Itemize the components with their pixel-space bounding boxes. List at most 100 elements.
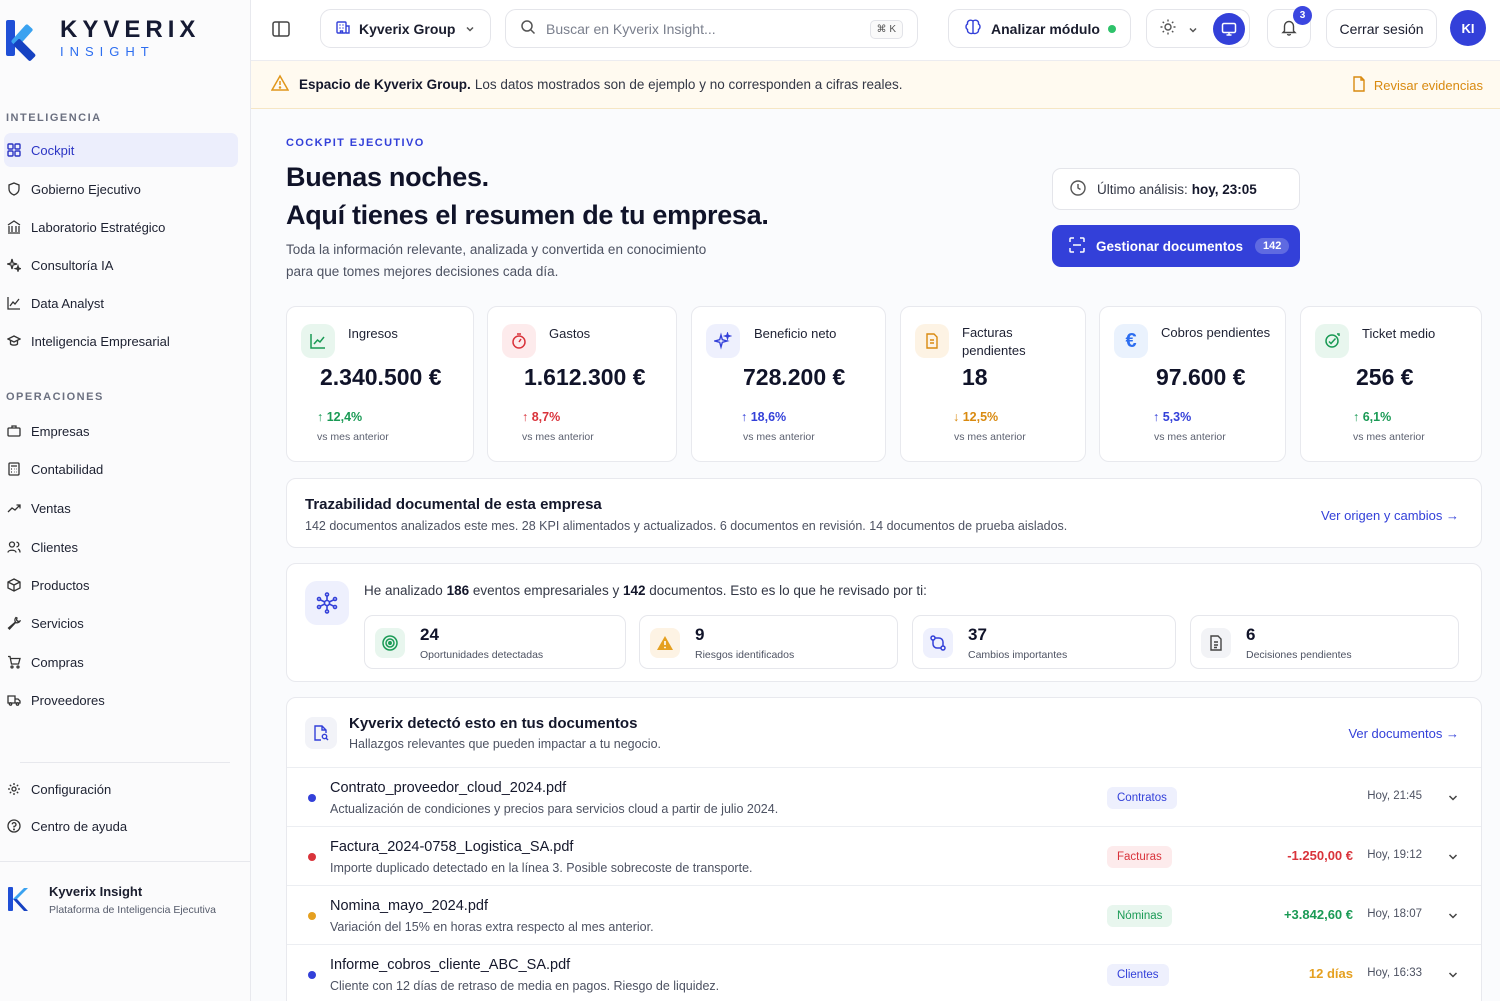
chevron-down-icon[interactable] <box>1447 791 1459 809</box>
kpi-subtext: vs mes anterior <box>522 431 594 443</box>
sidebar-item-data-analyst[interactable]: Data Analyst <box>4 286 238 320</box>
view-origin-link[interactable]: Ver origen y cambios → <box>1321 508 1459 523</box>
stat-label: Decisiones pendientes <box>1246 649 1352 661</box>
sidebar-item-productos[interactable]: Productos <box>4 568 238 602</box>
grid-icon <box>7 143 21 157</box>
kpi-card-beneficio[interactable]: Beneficio neto 728.200 € ↑ 18,6% vs mes … <box>691 306 886 462</box>
theme-selector[interactable] <box>1146 9 1250 48</box>
stat-number: 9 <box>695 625 705 644</box>
sidebar-item-servicios[interactable]: Servicios <box>4 606 238 640</box>
analyze-module-button[interactable]: Analizar módulo <box>948 9 1131 48</box>
kpi-card-ticket[interactable]: Ticket medio 256 € ↑ 6,1% vs mes anterio… <box>1300 306 1482 462</box>
review-evidence-link[interactable]: Revisar evidencias <box>1352 76 1483 95</box>
nav-section-inteligencia: INTELIGENCIA <box>6 112 102 124</box>
kpi-delta: ↑ 6,1% <box>1353 410 1392 424</box>
finding-row[interactable]: Contrato_proveedor_cloud_2024.pdf Actual… <box>287 767 1481 825</box>
documents-count-badge: 142 <box>1255 238 1290 254</box>
findings-title: Kyverix detectó esto en tus documentos <box>349 715 638 732</box>
kpi-label: Ingresos <box>348 326 398 341</box>
banner-text: Los datos mostrados son de ejemplo y no … <box>474 77 903 92</box>
analysis-summary-card: He analizado 186 eventos empresariales y… <box>286 563 1482 682</box>
page-title: Buenas noches. Aquí tienes el resumen de… <box>286 158 769 234</box>
sidebar-item-contabilidad[interactable]: Contabilidad <box>4 452 238 486</box>
page-title-line1: Buenas noches. <box>286 162 489 192</box>
kpi-value: 256 € <box>1356 364 1414 390</box>
sidebar-item-proveedores[interactable]: Proveedores <box>4 683 238 717</box>
finding-description: Variación del 15% en horas extra respect… <box>330 920 654 934</box>
status-dot <box>308 794 316 802</box>
traceability-subtitle: 142 documentos analizados este mes. 28 K… <box>305 519 1068 533</box>
finding-row[interactable]: Nomina_mayo_2024.pdf Variación del 15% e… <box>287 885 1481 943</box>
sidebar-item-inteligencia-empresarial[interactable]: Inteligencia Empresarial <box>4 324 238 358</box>
sidebar-item-configuracion[interactable]: Configuración <box>4 772 238 806</box>
finding-description: Importe duplicado detectado en la línea … <box>330 861 753 875</box>
sidebar-item-ventas[interactable]: Ventas <box>4 491 238 525</box>
kyverix-logo-icon <box>8 886 28 912</box>
view-documents-link[interactable]: Ver documentos → <box>1348 726 1459 741</box>
kpi-value: 728.200 € <box>743 364 846 390</box>
finding-row[interactable]: Informe_cobros_cliente_ABC_SA.pdf Client… <box>287 944 1481 1001</box>
page-intro-line1: Toda la información relevante, analizada… <box>286 242 707 257</box>
kpi-value: 18 <box>962 364 988 390</box>
finding-tag: Nóminas <box>1107 905 1173 927</box>
demo-banner: Espacio de Kyverix Group. Los datos most… <box>251 61 1500 109</box>
search-icon <box>520 19 536 38</box>
topbar: Kyverix Group Buscar en Kyverix Insight.… <box>251 0 1500 61</box>
page-intro: Toda la información relevante, analizada… <box>286 239 756 283</box>
finding-row[interactable]: Factura_2024-0758_Logistica_SA.pdf Impor… <box>287 826 1481 884</box>
target-icon <box>375 628 405 658</box>
sidebar-item-compras[interactable]: Compras <box>4 645 238 679</box>
sidebar: KYVERIX INSIGHT INTELIGENCIA Cockpit Gob… <box>0 0 251 1001</box>
last-analysis-label: Último análisis: <box>1097 181 1188 197</box>
stat-risks[interactable]: 9 Riesgos identificados <box>639 615 898 669</box>
sidebar-item-centro-ayuda[interactable]: Centro de ayuda <box>4 809 238 843</box>
manage-documents-button[interactable]: Gestionar documentos 142 <box>1052 225 1300 267</box>
kpi-subtext: vs mes anterior <box>1154 431 1226 443</box>
chevron-down-icon[interactable] <box>1447 850 1459 868</box>
kpi-card-gastos[interactable]: Gastos 1.612.300 € ↑ 8,7% vs mes anterio… <box>487 306 677 462</box>
chevron-down-icon[interactable] <box>1447 968 1459 986</box>
page-title-line2: Aquí tienes el resumen de tu empresa. <box>286 200 769 230</box>
kpi-label: Cobros pendientes <box>1161 325 1271 340</box>
box-icon <box>7 578 21 592</box>
sparkle-icon <box>7 258 21 272</box>
sidebar-item-gobierno[interactable]: Gobierno Ejecutivo <box>4 172 238 206</box>
kpi-card-cobros[interactable]: € Cobros pendientes 97.600 € ↑ 5,3% vs m… <box>1099 306 1286 462</box>
stat-decisions[interactable]: 6 Decisiones pendientes <box>1190 615 1459 669</box>
cart-icon <box>7 655 21 669</box>
kpi-card-ingresos[interactable]: Ingresos 2.340.500 € ↑ 12,4% vs mes ante… <box>286 306 474 462</box>
finding-description: Cliente con 12 días de retraso de media … <box>330 979 720 993</box>
git-compare-icon <box>923 628 953 658</box>
chevron-down-icon[interactable] <box>1447 909 1459 927</box>
avatar[interactable]: KI <box>1450 10 1486 46</box>
stat-opportunities[interactable]: 24 Oportunidades detectadas <box>364 615 626 669</box>
monitor-mode-button[interactable] <box>1213 13 1245 45</box>
finding-filename: Nomina_mayo_2024.pdf <box>330 898 488 914</box>
search-input[interactable]: Buscar en Kyverix Insight... ⌘ K <box>505 9 918 48</box>
warning-icon <box>270 74 290 95</box>
kpi-delta: ↑ 18,6% <box>741 410 787 424</box>
euro-icon: € <box>1114 324 1148 358</box>
kpi-subtext: vs mes anterior <box>317 431 389 443</box>
sidebar-item-empresas[interactable]: Empresas <box>4 414 238 448</box>
sidebar-item-laboratorio[interactable]: Laboratorio Estratégico <box>4 210 238 244</box>
logout-button[interactable]: Cerrar sesión <box>1326 9 1437 48</box>
notification-badge: 3 <box>1293 6 1312 25</box>
stat-label: Cambios importantes <box>968 649 1068 661</box>
gear-icon <box>7 782 21 796</box>
sidebar-item-clientes[interactable]: Clientes <box>4 530 238 564</box>
kyverix-logo-icon <box>6 18 38 62</box>
org-selector[interactable]: Kyverix Group <box>320 9 491 48</box>
finding-tag: Clientes <box>1107 964 1169 986</box>
findings-subtitle: Hallazgos relevantes que pueden impactar… <box>349 737 662 751</box>
brand-logo[interactable]: KYVERIX INSIGHT <box>6 17 200 62</box>
notifications-button[interactable]: 3 <box>1267 6 1312 48</box>
stat-changes[interactable]: 37 Cambios importantes <box>912 615 1176 669</box>
sidebar-toggle-icon[interactable] <box>271 19 291 39</box>
kpi-value: 2.340.500 € <box>320 364 442 390</box>
kpi-card-facturas[interactable]: Facturas pendientes 18 ↓ 12,5% vs mes an… <box>900 306 1086 462</box>
sidebar-item-consultoria[interactable]: Consultoría IA <box>4 248 238 282</box>
briefcase-icon <box>7 424 21 438</box>
warning-icon <box>650 628 680 658</box>
sidebar-item-cockpit[interactable]: Cockpit <box>4 133 238 167</box>
